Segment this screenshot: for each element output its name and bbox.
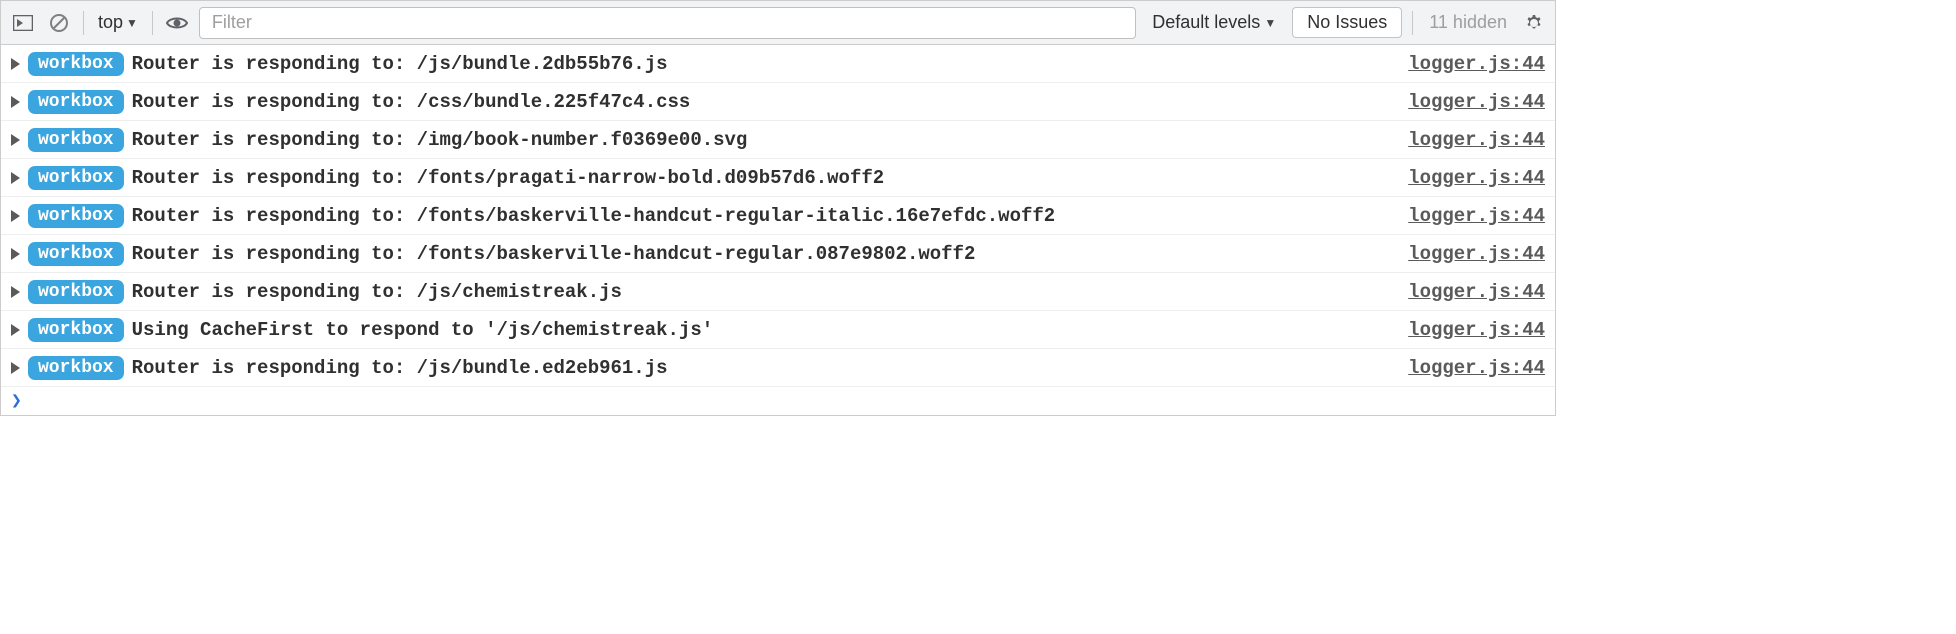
workbox-badge: workbox bbox=[28, 166, 124, 190]
log-source-link[interactable]: logger.js:44 bbox=[1408, 53, 1545, 75]
log-row: workbox Router is responding to: /fonts/b… bbox=[1, 197, 1555, 235]
log-row: workbox Router is responding to: /css/bun… bbox=[1, 83, 1555, 121]
log-message: Router is responding to: /fonts/baskervi… bbox=[132, 243, 1401, 265]
log-row: workbox Router is responding to: /js/bund… bbox=[1, 45, 1555, 83]
log-message: Router is responding to: /img/book-numbe… bbox=[132, 129, 1401, 151]
log-source-link[interactable]: logger.js:44 bbox=[1408, 167, 1545, 189]
log-message: Router is responding to: /js/chemistreak… bbox=[132, 281, 1401, 303]
log-source-link[interactable]: logger.js:44 bbox=[1408, 91, 1545, 113]
chevron-down-icon: ▼ bbox=[1264, 16, 1276, 30]
expand-icon[interactable] bbox=[11, 248, 20, 260]
workbox-badge: workbox bbox=[28, 52, 124, 76]
hidden-count[interactable]: 11 hidden bbox=[1423, 12, 1513, 33]
toggle-drawer-icon[interactable] bbox=[9, 9, 37, 37]
expand-icon[interactable] bbox=[11, 96, 20, 108]
context-label: top bbox=[98, 12, 123, 33]
console-log-list: workbox Router is responding to: /js/bund… bbox=[1, 45, 1555, 387]
live-expression-icon[interactable] bbox=[163, 9, 191, 37]
workbox-badge: workbox bbox=[28, 242, 124, 266]
log-row: workbox Router is responding to: /fonts/b… bbox=[1, 235, 1555, 273]
log-row: workbox Router is responding to: /js/chem… bbox=[1, 273, 1555, 311]
chevron-down-icon: ▼ bbox=[126, 16, 138, 30]
settings-icon[interactable] bbox=[1521, 10, 1547, 36]
separator bbox=[1412, 11, 1413, 35]
workbox-badge: workbox bbox=[28, 90, 124, 114]
workbox-badge: workbox bbox=[28, 204, 124, 228]
log-message: Router is responding to: /css/bundle.225… bbox=[132, 91, 1401, 113]
log-message: Router is responding to: /js/bundle.2db5… bbox=[132, 53, 1401, 75]
workbox-badge: workbox bbox=[28, 280, 124, 304]
workbox-badge: workbox bbox=[28, 318, 124, 342]
expand-icon[interactable] bbox=[11, 58, 20, 70]
log-row: workbox Using CacheFirst to respond to '/… bbox=[1, 311, 1555, 349]
expand-icon[interactable] bbox=[11, 362, 20, 374]
log-message: Router is responding to: /fonts/pragati-… bbox=[132, 167, 1401, 189]
expand-icon[interactable] bbox=[11, 172, 20, 184]
log-source-link[interactable]: logger.js:44 bbox=[1408, 319, 1545, 341]
separator bbox=[83, 11, 84, 35]
log-message: Router is responding to: /fonts/baskervi… bbox=[132, 205, 1401, 227]
log-message: Router is responding to: /js/bundle.ed2e… bbox=[132, 357, 1401, 379]
workbox-badge: workbox bbox=[28, 128, 124, 152]
log-source-link[interactable]: logger.js:44 bbox=[1408, 243, 1545, 265]
log-source-link[interactable]: logger.js:44 bbox=[1408, 205, 1545, 227]
log-row: workbox Router is responding to: /img/boo… bbox=[1, 121, 1555, 159]
separator bbox=[152, 11, 153, 35]
context-selector[interactable]: top ▼ bbox=[94, 12, 142, 33]
expand-icon[interactable] bbox=[11, 134, 20, 146]
issues-button[interactable]: No Issues bbox=[1292, 7, 1402, 38]
filter-input[interactable] bbox=[199, 7, 1136, 39]
expand-icon[interactable] bbox=[11, 324, 20, 336]
expand-icon[interactable] bbox=[11, 210, 20, 222]
log-levels-selector[interactable]: Default levels ▼ bbox=[1144, 12, 1284, 33]
console-toolbar: top ▼ Default levels ▼ No Issues 11 hidd… bbox=[1, 1, 1555, 45]
clear-console-icon[interactable] bbox=[45, 9, 73, 37]
workbox-badge: workbox bbox=[28, 356, 124, 380]
log-message: Using CacheFirst to respond to '/js/chem… bbox=[132, 319, 1401, 341]
expand-icon[interactable] bbox=[11, 286, 20, 298]
log-source-link[interactable]: logger.js:44 bbox=[1408, 129, 1545, 151]
log-row: workbox Router is responding to: /js/bund… bbox=[1, 349, 1555, 387]
chevron-right-icon: ❯ bbox=[11, 390, 22, 412]
log-source-link[interactable]: logger.js:44 bbox=[1408, 281, 1545, 303]
log-source-link[interactable]: logger.js:44 bbox=[1408, 357, 1545, 379]
log-row: workbox Router is responding to: /fonts/p… bbox=[1, 159, 1555, 197]
levels-label: Default levels bbox=[1152, 12, 1260, 33]
console-prompt[interactable]: ❯ bbox=[1, 387, 1555, 415]
